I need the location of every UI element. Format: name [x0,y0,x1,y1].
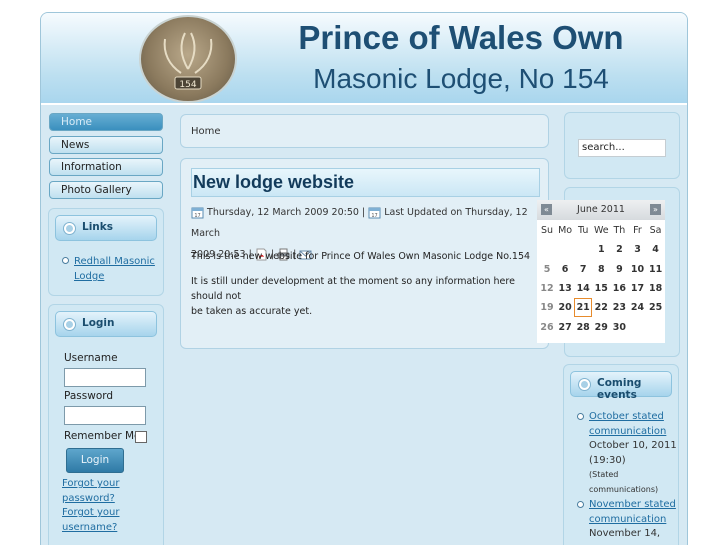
search-panel: search... [564,112,680,179]
bullet-icon [577,413,584,420]
bullet-icon [62,257,69,264]
password-input[interactable] [64,406,146,425]
login-header: Login [55,311,157,337]
article-panel: New lodge website 17 Thursday, 12 March … [180,158,549,349]
circle-icon [579,379,590,390]
link-redhall-masonic-lodge[interactable]: Redhall Masonic Lodge [74,254,155,284]
calendar-day[interactable]: 15 [592,279,610,298]
events-panel: Coming events October stated communicatio… [563,364,679,545]
svg-text:17: 17 [371,213,377,219]
calendar-day[interactable]: 13 [556,279,574,298]
calendar-day[interactable]: 11 [647,260,665,279]
calendar-day[interactable]: 16 [610,279,628,298]
calendar-widget: « June 2011 » Su Mo Tu We Th Fr Sa 1 2 3 4 5 6 7 8 9 10 1… [537,200,665,343]
username-input[interactable] [64,368,146,387]
forgot-password-link[interactable]: Forgot your password? [62,477,120,506]
article-paragraph-2: It is still under development at the mom… [191,276,515,317]
breadcrumb: Home [180,114,549,148]
calendar-icon: 17 [191,207,204,219]
remember-me-checkbox[interactable] [135,431,147,443]
calendar-day[interactable]: 6 [556,260,574,279]
calendar-day[interactable]: 5 [538,260,556,279]
nav-item-photo-gallery[interactable]: Photo Gallery [49,181,163,199]
weekday-label: Sa [649,225,662,236]
article-title: New lodge website [191,168,540,197]
site-header: 154 Prince of Wales Own Masonic Lodge, N… [41,13,687,105]
calendar-day[interactable]: 12 [538,279,556,298]
nav-item-news[interactable]: News [49,136,163,154]
weekday-label: Su [540,225,554,236]
forgot-username-link[interactable]: Forgot your username? [62,506,120,535]
events-header: Coming events [570,371,672,401]
weekday-label: Fr [633,225,642,236]
article-paragraph-1: This is the new website for Prince Of Wa… [191,251,531,262]
events-heading: Coming events [597,377,642,401]
breadcrumb-home[interactable]: Home [191,126,221,137]
calendar-day[interactable]: 18 [647,279,665,298]
calendar-day[interactable]: 29 [592,318,610,337]
calendar-day[interactable]: 30 [610,318,628,337]
calendar-day[interactable]: 4 [647,240,665,259]
links-panel: Links Redhall Masonic Lodge [48,208,164,296]
calendar-day[interactable]: 17 [629,279,647,298]
calendar-day[interactable]: 8 [592,260,610,279]
login-button[interactable]: Login [66,448,124,473]
svg-text:17: 17 [194,213,200,219]
username-label: Username [64,352,118,364]
calendar-day[interactable]: 2 [610,240,628,259]
calendar-month: June 2011 [577,204,625,215]
circle-icon [64,223,75,234]
calendar-day[interactable]: 1 [592,240,610,259]
bullet-icon [577,501,584,508]
event-link-november[interactable]: November stated communication [589,499,676,525]
event-link-october[interactable]: October stated communication [589,411,666,437]
next-month-icon[interactable]: » [650,204,661,215]
links-header: Links [55,215,157,241]
separator: | [361,207,366,218]
calendar-day[interactable]: 23 [610,298,628,317]
calendar-day[interactable]: 20 [556,298,574,317]
created-date: Thursday, 12 March 2009 20:50 [207,207,359,218]
calendar-day[interactable]: 3 [629,240,647,259]
calendar-day[interactable]: 24 [629,298,647,317]
calendar-day[interactable]: 27 [556,318,574,337]
weekday-label: Mo [558,225,573,236]
calendar-header: « June 2011 » [537,200,665,220]
lodge-logo: 154 [139,15,237,103]
event-item: November stated communication November 14… [589,499,676,539]
calendar-day[interactable]: 28 [574,318,592,337]
calendar-day[interactable]: 19 [538,298,556,317]
login-heading: Login [82,317,115,329]
circle-icon [64,319,75,330]
nav-item-home[interactable]: Home [49,113,163,131]
event-item: October stated communication October 10, … [589,411,677,494]
weekday-label: Tu [577,225,589,236]
calendar-day[interactable]: 10 [629,260,647,279]
calendar-day[interactable]: 22 [592,298,610,317]
weekday-label: Th [613,225,626,236]
site-subtitle: Masonic Lodge, No 154 [313,63,609,94]
remember-me-label: Remember Me [64,430,141,442]
login-panel: Login Username Password Remember Me Logi… [48,304,164,545]
calendar-day[interactable]: 7 [574,260,592,279]
nav-item-information[interactable]: Information [49,158,163,176]
logo-number: 154 [179,80,196,90]
calendar-day-today[interactable]: 21 [574,298,593,318]
calendar-day[interactable]: 9 [610,260,628,279]
password-label: Password [64,390,114,402]
calendar-day[interactable]: 25 [647,298,665,317]
links-heading: Links [82,221,113,233]
calendar-day[interactable]: 14 [574,279,592,298]
site-title: Prince of Wales Own [298,19,624,56]
weekday-label: We [593,225,609,236]
calendar-day[interactable]: 26 [538,318,556,337]
search-input[interactable]: search... [578,139,666,157]
calendar-icon: 17 [368,207,381,219]
